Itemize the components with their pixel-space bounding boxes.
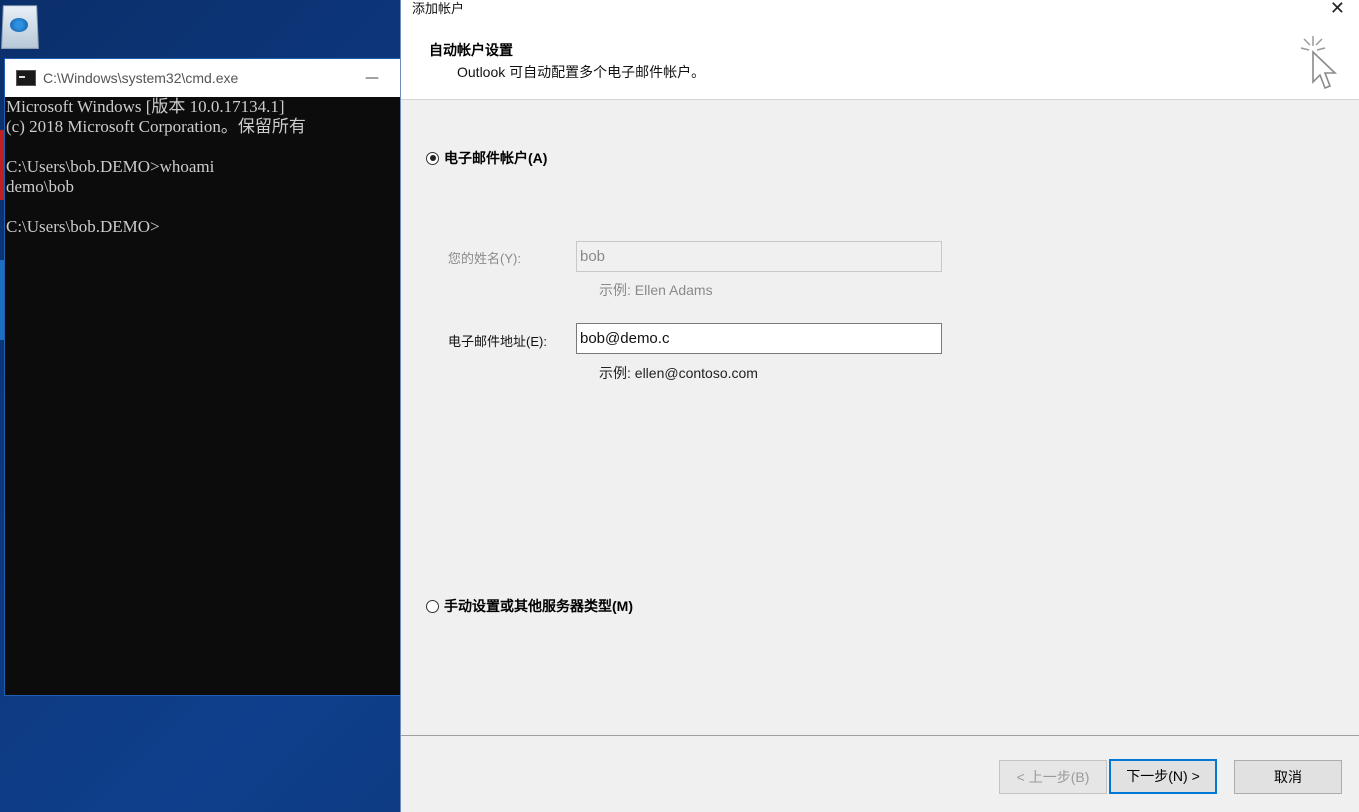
manual-setup-radio-row[interactable]: 手动设置或其他服务器类型(M) — [426, 596, 633, 616]
email-example: 示例: ellen@contoso.com — [599, 365, 758, 381]
email-account-radio[interactable] — [426, 151, 439, 165]
header-title: 自动帐户设置 — [429, 42, 513, 58]
dialog-titlebar[interactable]: 添加帐户 ✕ — [401, 0, 1359, 18]
email-account-radio-label[interactable]: 电子邮件帐户(A) — [444, 148, 547, 168]
next-button[interactable]: 下一步(N) > — [1109, 759, 1217, 794]
cancel-button[interactable]: 取消 — [1234, 760, 1342, 794]
email-field-label: 电子邮件地址(E): — [448, 334, 547, 349]
back-button[interactable]: < 上一步(B) — [999, 760, 1107, 794]
minimize-button[interactable]: — — [361, 69, 383, 87]
cmd-console-output[interactable]: Microsoft Windows [版本 10.0.17134.1] (c) … — [5, 97, 403, 695]
name-input[interactable] — [576, 241, 942, 272]
dialog-title: 添加帐户 — [412, 1, 465, 16]
close-icon[interactable]: ✕ — [1330, 0, 1345, 19]
name-example: 示例: Ellen Adams — [599, 282, 713, 298]
dialog-header: 自动帐户设置 Outlook 可自动配置多个电子邮件帐户。 — [401, 18, 1359, 100]
header-subtitle: Outlook 可自动配置多个电子邮件帐户。 — [457, 64, 706, 80]
footer-divider — [401, 735, 1359, 736]
recycle-logo — [10, 18, 28, 32]
cmd-app-icon — [16, 70, 36, 86]
email-input[interactable] — [576, 323, 942, 354]
cmd-titlebar[interactable]: C:\Windows\system32\cmd.exe — — [5, 59, 403, 97]
email-account-radio-row[interactable]: 电子邮件帐户(A) — [426, 148, 547, 168]
add-account-dialog: 添加帐户 ✕ 自动帐户设置 Outlook 可自动配置多个电子邮件帐户。 电子邮… — [400, 0, 1359, 812]
manual-setup-radio[interactable] — [426, 599, 439, 613]
cmd-window[interactable]: C:\Windows\system32\cmd.exe — Microsoft … — [4, 58, 404, 696]
cmd-title: C:\Windows\system32\cmd.exe — [43, 70, 239, 86]
name-field-label: 您的姓名(Y): — [448, 251, 521, 266]
sparkle-cursor-icon — [1300, 36, 1337, 90]
manual-setup-radio-label[interactable]: 手动设置或其他服务器类型(M) — [444, 596, 633, 616]
recycle-bin-icon[interactable] — [0, 0, 50, 52]
